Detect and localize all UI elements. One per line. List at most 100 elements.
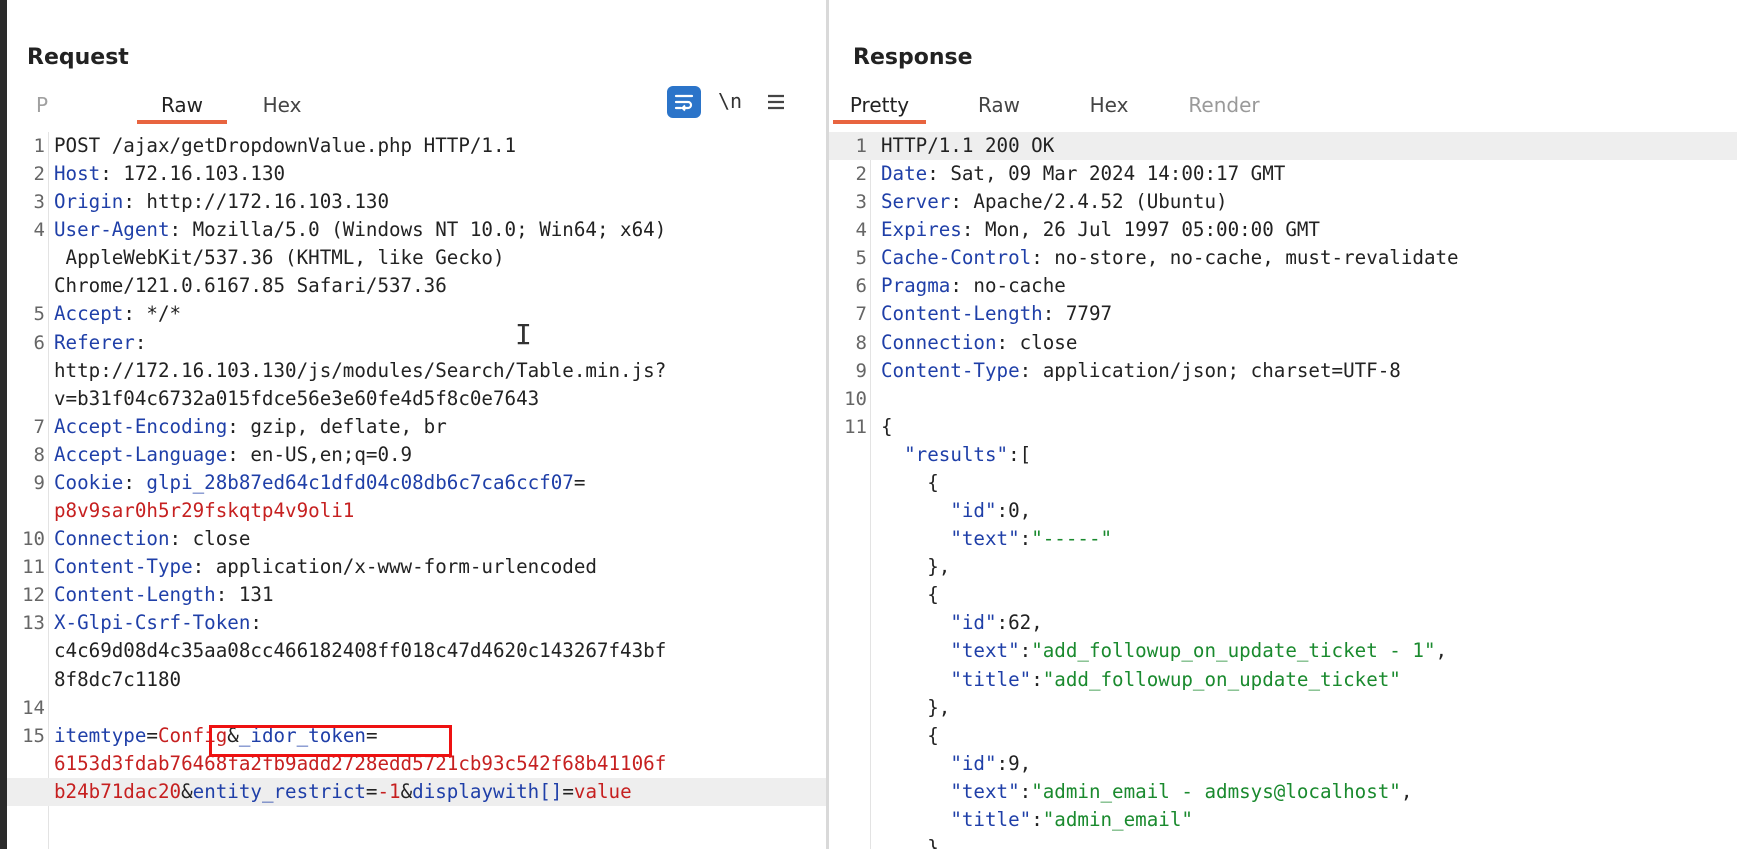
- tab-pretty[interactable]: Pretty: [833, 88, 926, 124]
- token: },: [881, 555, 951, 579]
- line-text: Host: 172.16.103.130: [54, 160, 285, 188]
- code-line: 10: [829, 385, 1737, 413]
- token: value: [573, 779, 632, 803]
- token: :: [250, 611, 262, 635]
- token: : 7797: [1042, 302, 1113, 326]
- line-text: Origin: http://172.16.103.130: [54, 188, 389, 216]
- tab-raw[interactable]: Raw: [969, 88, 1029, 124]
- line-text: Cookie: glpi_28b87ed64c1dfd04c08db6c7ca6…: [54, 469, 585, 497]
- code-line: v=b31f04c6732a015fdce56e3e60fe4d5f8c0e76…: [7, 385, 826, 413]
- token: {: [881, 470, 939, 494]
- code-line: "text":"add_followup_on_update_ticket - …: [829, 637, 1737, 665]
- line-text: Pragma: no-cache: [881, 272, 1066, 300]
- code-line: 5 Cache-Control: no-store, no-cache, must…: [829, 244, 1737, 272]
- code-line: p8v9sar0h5r29fskqtp4v9oli1: [7, 497, 826, 525]
- tab-raw[interactable]: Raw: [137, 88, 227, 124]
- line-text: HTTP/1.1 200 OK: [881, 132, 1054, 160]
- line-text: Server: Apache/2.4.52 (Ubuntu): [881, 188, 1228, 216]
- token: p8v9sar0h5r29fskqtp4v9oli1: [54, 499, 355, 523]
- line-text: c4c69d08d4c35aa08cc466182408ff018c47d462…: [54, 637, 666, 665]
- code-line: 12 Content-Length: 131: [7, 581, 826, 609]
- line-text: Content-Type: application/json; charset=…: [881, 357, 1401, 385]
- line-number: 3: [33, 191, 45, 214]
- token: c4c69d08d4c35aa08cc466182408ff018c47d462…: [54, 639, 667, 663]
- token: "results": [904, 442, 1009, 466]
- token: 8f8dc7c1180: [54, 667, 182, 691]
- token: : close: [169, 527, 251, 551]
- show-newlines-button[interactable]: \n: [713, 86, 747, 118]
- token: =: [573, 470, 586, 494]
- line-number: 7: [33, 415, 45, 438]
- token: POST /ajax/getDropdownValue.php HTTP/1.1: [54, 134, 517, 157]
- line-number: 7: [855, 303, 867, 326]
- code-line: "id":62,: [829, 609, 1737, 637]
- code-line: 1 POST /ajax/getDropdownValue.php HTTP/1.…: [7, 132, 826, 160]
- line-number: 11: [22, 556, 45, 579]
- line-number: 2: [33, 163, 45, 186]
- request-pane: Request P Raw Hex \n 1 POST /ajax/getDrop…: [7, 0, 826, 849]
- line-text: v=b31f04c6732a015fdce56e3e60fe4d5f8c0e76…: [54, 385, 539, 413]
- line-text: Chrome/121.0.6167.85 Safari/537.36: [54, 272, 447, 300]
- token: =: [365, 779, 378, 803]
- line-text: Content-Type: application/x-www-form-url…: [54, 553, 597, 581]
- line-text: {: [881, 581, 939, 609]
- token: itemtype: [54, 723, 147, 747]
- tab-pretty[interactable]: P: [27, 88, 57, 124]
- line-text: Date: Sat, 09 Mar 2024 14:00:17 GMT: [881, 160, 1285, 188]
- line-text: "results":[: [881, 441, 1031, 469]
- code-line: {: [829, 722, 1737, 750]
- request-title: Request: [27, 45, 129, 70]
- token: : http://172.16.103.130: [123, 190, 390, 214]
- code-line: b24b71dac20&entity_restrict=-1&displaywi…: [7, 777, 826, 806]
- line-text: },: [881, 694, 950, 722]
- code-line: http://172.16.103.130/js/modules/Search/…: [7, 357, 826, 385]
- line-text: User-Agent: Mozilla/5.0 (Windows NT 10.0…: [54, 216, 666, 244]
- code-line: AppleWebKit/537.36 (KHTML, like Gecko): [7, 244, 826, 272]
- line-text: Content-Length: 131: [54, 581, 274, 609]
- tab-render[interactable]: Render: [1179, 88, 1269, 124]
- request-tabs: P Raw Hex: [7, 88, 826, 124]
- menu-button[interactable]: [759, 86, 793, 118]
- token: :62,: [996, 611, 1043, 635]
- code-line: 4 Expires: Mon, 26 Jul 1997 05:00:00 GMT: [829, 216, 1737, 244]
- token: "text": [950, 779, 1020, 803]
- token: Chrome/121.0.6167.85 Safari/537.36: [54, 274, 447, 298]
- token: =: [146, 723, 158, 747]
- token: :: [1019, 779, 1032, 803]
- line-text: Expires: Mon, 26 Jul 1997 05:00:00 GMT: [881, 216, 1320, 244]
- token: :: [1031, 807, 1043, 831]
- token: Origin: [54, 190, 124, 214]
- code-line: 6 Referer:: [7, 329, 826, 357]
- token: "admin_email": [1042, 807, 1193, 831]
- line-number: 11: [844, 415, 867, 438]
- token: Server: [881, 190, 951, 214]
- line-text: "text":"add_followup_on_update_ticket - …: [881, 637, 1447, 665]
- token: : Sat, 09 Mar 2024 14:00:17 GMT: [927, 162, 1286, 186]
- token: "-----": [1031, 527, 1113, 551]
- wrap-lines-button[interactable]: [667, 86, 701, 118]
- token: Expires: [881, 218, 962, 242]
- response-editor[interactable]: 1 HTTP/1.1 200 OK 2 Date: Sat, 09 Mar 2024 …: [829, 132, 1737, 849]
- token: : no-cache: [950, 274, 1066, 298]
- code-line: 14: [7, 694, 826, 722]
- code-line: 7 Content-Length: 7797: [829, 300, 1737, 328]
- line-text: 8f8dc7c1180: [54, 666, 181, 694]
- response-tabs: Pretty Raw Hex Render: [829, 88, 1737, 124]
- line-text: Connection: close: [54, 525, 250, 553]
- line-text: {: [881, 469, 939, 497]
- token: http://172.16.103.130/js/modules/Search/…: [54, 358, 667, 382]
- code-line: },: [829, 694, 1737, 722]
- token: :9,: [996, 751, 1032, 775]
- tab-hex[interactable]: Hex: [247, 88, 317, 124]
- line-number: 5: [33, 303, 45, 326]
- line-number: 9: [855, 359, 867, 382]
- token: : 131: [215, 583, 274, 607]
- code-line: 8f8dc7c1180: [7, 666, 826, 694]
- token: Content-Type: [881, 358, 1020, 382]
- token: &: [400, 779, 413, 803]
- tab-hex[interactable]: Hex: [1079, 88, 1139, 124]
- line-number: 8: [33, 443, 45, 466]
- line-number: 1: [855, 135, 867, 157]
